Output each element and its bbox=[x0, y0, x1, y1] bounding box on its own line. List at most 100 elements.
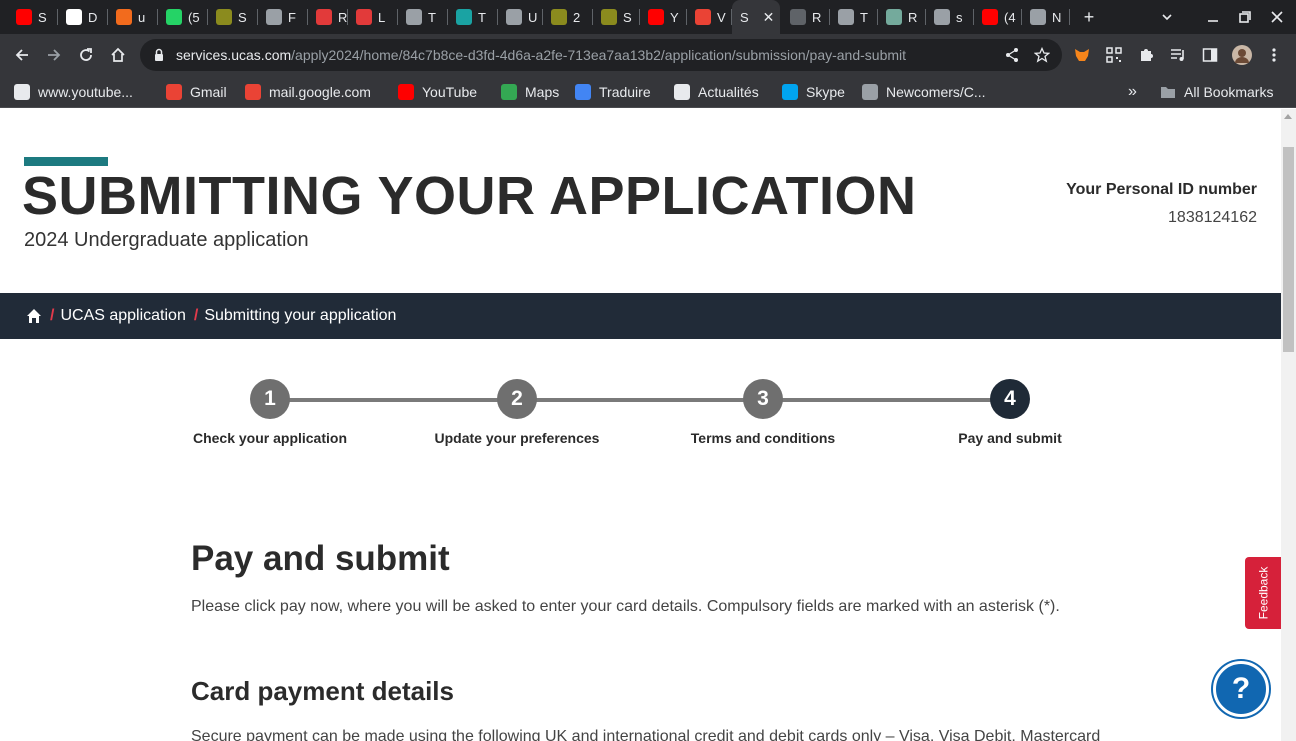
close-tab-icon[interactable]: ✕ bbox=[763, 9, 775, 26]
tab-favicon-icon bbox=[66, 9, 82, 25]
tab-title: U bbox=[528, 9, 538, 25]
browser-tab[interactable]: F bbox=[258, 0, 308, 34]
tab-title: (5 bbox=[188, 9, 200, 25]
browser-tab[interactable]: U bbox=[498, 0, 543, 34]
more-bookmarks-button[interactable]: » bbox=[1128, 82, 1137, 102]
home-icon[interactable] bbox=[103, 40, 133, 70]
bookmark-item[interactable]: YouTube bbox=[398, 82, 477, 102]
personal-id-value: 1838124162 bbox=[1168, 209, 1257, 226]
url-path: /apply2024/home/84c7b8ce-d3fd-4d6a-a2fe-… bbox=[291, 47, 907, 63]
browser-tab[interactable]: N bbox=[1022, 0, 1070, 34]
step-check-your-application[interactable]: 1 Check your application bbox=[150, 379, 390, 446]
card-payment-heading: Card payment details bbox=[191, 676, 454, 706]
qr-code-icon[interactable] bbox=[1104, 45, 1124, 65]
tab-active[interactable]: S ✕ bbox=[732, 0, 780, 34]
forward-icon[interactable] bbox=[39, 40, 69, 70]
back-icon[interactable] bbox=[7, 40, 37, 70]
bookmark-item[interactable]: Skype bbox=[782, 82, 845, 102]
bookmark-favicon-icon bbox=[674, 84, 690, 100]
restore-icon[interactable] bbox=[1230, 0, 1260, 34]
scrollbar-thumb[interactable] bbox=[1283, 147, 1294, 352]
tab-favicon-icon bbox=[551, 9, 567, 25]
feedback-button[interactable]: Feedback bbox=[1245, 557, 1281, 629]
home-icon[interactable] bbox=[26, 308, 42, 324]
scroll-up-arrow-icon[interactable] bbox=[1284, 114, 1292, 119]
address-bar[interactable]: services.ucas.com/apply2024/home/84c7b8c… bbox=[140, 39, 1062, 71]
side-panel-icon[interactable] bbox=[1200, 45, 1220, 65]
browser-tab[interactable]: R bbox=[878, 0, 926, 34]
browser-tab[interactable]: s bbox=[926, 0, 974, 34]
bookmark-item[interactable]: www.youtube... bbox=[14, 82, 133, 102]
share-icon[interactable] bbox=[1002, 45, 1022, 65]
browser-tab[interactable]: u bbox=[108, 0, 158, 34]
all-bookmarks-folder[interactable]: All Bookmarks bbox=[1160, 82, 1273, 102]
page-scrollbar[interactable] bbox=[1281, 109, 1296, 741]
new-tab-button[interactable]: + bbox=[1074, 0, 1104, 34]
bookmark-favicon-icon bbox=[862, 84, 878, 100]
extensions-puzzle-icon[interactable] bbox=[1136, 45, 1156, 65]
tab-favicon-icon bbox=[356, 9, 372, 25]
browser-tab[interactable]: T bbox=[398, 0, 448, 34]
step-pay-and-submit: 4 Pay and submit bbox=[890, 379, 1130, 446]
tab-title: T bbox=[860, 9, 868, 25]
browser-tab[interactable]: S bbox=[593, 0, 640, 34]
browser-tab[interactable]: D bbox=[58, 0, 108, 34]
browser-tab[interactable]: T bbox=[448, 0, 498, 34]
close-window-icon[interactable] bbox=[1262, 0, 1292, 34]
metamask-icon[interactable] bbox=[1072, 45, 1092, 65]
page-title: SUBMITTING YOUR APPLICATION bbox=[22, 166, 917, 226]
browser-tab[interactable]: R bbox=[782, 0, 830, 34]
browser-tab[interactable]: L bbox=[348, 0, 398, 34]
browser-tab[interactable]: S bbox=[208, 0, 258, 34]
step-update-your-preferences[interactable]: 2 Update your preferences bbox=[397, 379, 637, 446]
bookmark-item[interactable]: Actualités bbox=[674, 82, 759, 102]
tab-title: T bbox=[478, 9, 486, 25]
browser-tab[interactable]: Y bbox=[640, 0, 687, 34]
browser-tab[interactable]: T bbox=[830, 0, 878, 34]
tab-title: R bbox=[812, 9, 822, 25]
browser-tab[interactable]: S bbox=[8, 0, 58, 34]
bookmark-label: YouTube bbox=[422, 84, 478, 100]
step-number: 4 bbox=[990, 379, 1030, 419]
breadcrumb-current-page: Submitting your application bbox=[204, 307, 397, 324]
bookmark-favicon-icon bbox=[14, 84, 30, 100]
tab-favicon-icon bbox=[790, 9, 806, 25]
url-host: services.ucas.com bbox=[176, 47, 292, 63]
browser-toolbar: services.ucas.com/apply2024/home/84c7b8c… bbox=[0, 34, 1296, 76]
more-menu-icon[interactable] bbox=[1264, 45, 1284, 65]
tab-favicon-icon bbox=[934, 9, 950, 25]
bookmark-item[interactable]: Gmail bbox=[166, 82, 227, 102]
all-bookmarks-label: All Bookmarks bbox=[1184, 84, 1274, 100]
minimize-icon[interactable] bbox=[1198, 0, 1228, 34]
bookmark-item[interactable]: mail.google.com bbox=[245, 82, 371, 102]
folder-icon bbox=[1161, 87, 1175, 98]
browser-tab[interactable]: R bbox=[308, 0, 348, 34]
profile-avatar[interactable] bbox=[1232, 45, 1252, 65]
bookmark-item[interactable]: Maps bbox=[501, 82, 559, 102]
browser-tab[interactable]: 2 bbox=[543, 0, 593, 34]
tab-favicon-icon bbox=[406, 9, 422, 25]
lock-icon bbox=[155, 48, 163, 61]
section-heading: Pay and submit bbox=[191, 539, 450, 579]
reload-icon[interactable] bbox=[71, 40, 101, 70]
browser-tab[interactable]: (4 bbox=[974, 0, 1022, 34]
intro-text: Please click pay now, where you will be … bbox=[191, 598, 1060, 615]
bookmark-label: Actualités bbox=[698, 84, 759, 100]
bookmark-star-icon[interactable] bbox=[1032, 45, 1052, 65]
tab-title: D bbox=[88, 9, 98, 25]
step-label: Update your preferences bbox=[434, 430, 600, 446]
media-queue-icon[interactable] bbox=[1168, 45, 1188, 65]
bookmark-item[interactable]: Traduire bbox=[575, 82, 651, 102]
tab-favicon-icon bbox=[838, 9, 854, 25]
bookmark-item[interactable]: Newcomers/C... bbox=[862, 82, 986, 102]
tab-search-icon[interactable] bbox=[1152, 0, 1182, 34]
breadcrumb-ucas-application-link[interactable]: UCAS application bbox=[60, 307, 185, 325]
browser-tab[interactable]: (5 bbox=[158, 0, 208, 34]
browser-tab[interactable]: V bbox=[687, 0, 732, 34]
tab-title: T bbox=[428, 9, 436, 25]
bookmark-favicon-icon bbox=[398, 84, 414, 100]
tab-title: 2 bbox=[573, 9, 581, 25]
help-button[interactable]: ? bbox=[1213, 661, 1269, 717]
tab-favicon-icon bbox=[216, 9, 232, 25]
step-terms-and-conditions[interactable]: 3 Terms and conditions bbox=[643, 379, 883, 446]
